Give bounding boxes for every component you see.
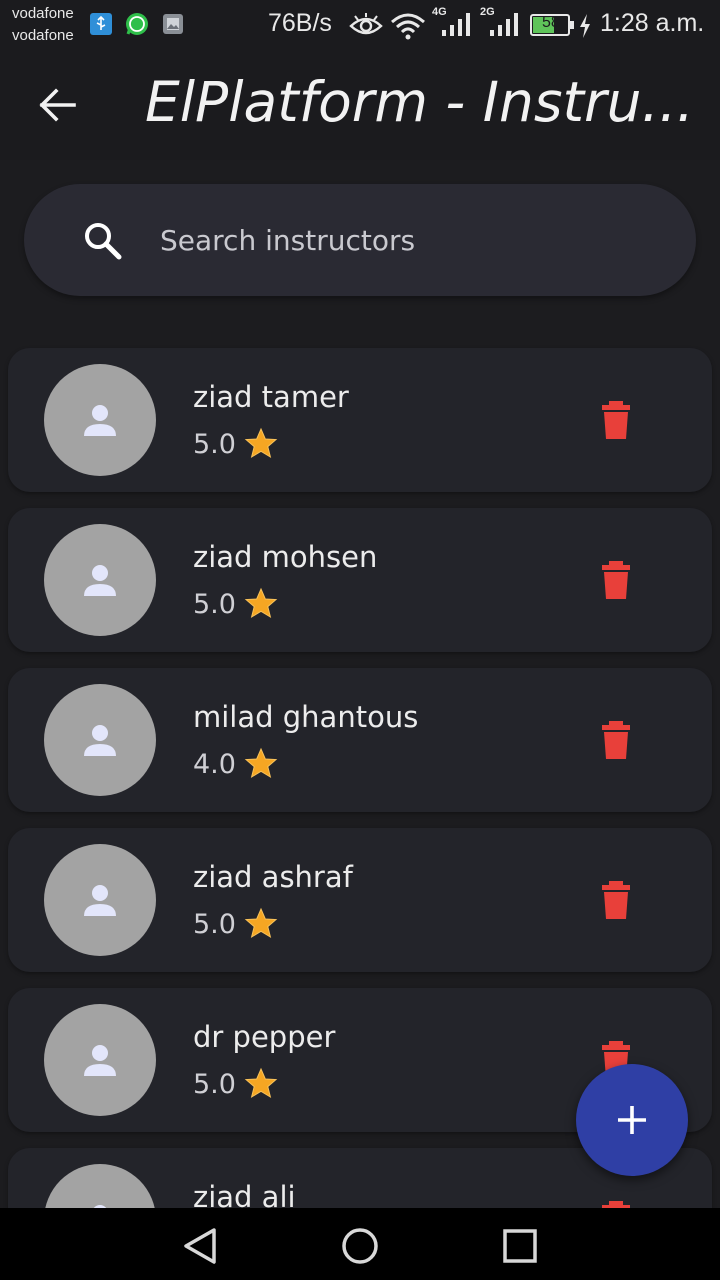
star-icon — [244, 427, 278, 459]
star-icon — [244, 747, 278, 779]
instructor-name: dr pepper — [193, 1020, 336, 1054]
carrier-label-1: vodafone — [12, 5, 74, 22]
rating-row: 5.0 — [193, 586, 278, 622]
search-input[interactable] — [160, 214, 660, 266]
status-bar: vodafone vodafone 76B/s 4G 2G 58 1:28 a.… — [0, 0, 720, 52]
add-instructor-button[interactable] — [576, 1064, 688, 1176]
instructor-name: ziad tamer — [193, 380, 349, 414]
avatar — [44, 1004, 156, 1116]
rating-row: 5.0 — [193, 1066, 278, 1102]
avatar — [44, 524, 156, 636]
page-title: ElPlatform - Instru... — [145, 70, 694, 134]
whatsapp-icon — [124, 11, 150, 41]
person-icon — [93, 1205, 107, 1208]
person-icon — [84, 725, 116, 756]
person-icon — [84, 405, 116, 436]
rating-row: 4.0 — [193, 746, 278, 782]
person-icon — [84, 885, 116, 916]
instructor-name: ziad ali — [193, 1180, 296, 1208]
star-icon — [244, 587, 278, 619]
carrier-label-2: vodafone — [12, 27, 74, 44]
instructor-name: milad ghantous — [193, 700, 419, 734]
trash-icon — [602, 401, 630, 439]
usb-icon — [90, 13, 112, 39]
rating-row: 5.0 — [193, 426, 278, 462]
instructor-card[interactable]: ziad ashraf 5.0 — [8, 828, 712, 972]
net-speed: 76B/s — [268, 9, 332, 37]
nav-home-button[interactable] — [338, 1224, 382, 1268]
nav-back-button[interactable] — [178, 1224, 222, 1268]
circle-home-icon — [342, 1228, 378, 1264]
battery-icon: 58 — [530, 13, 576, 37]
trash-icon — [602, 881, 630, 919]
avatar — [44, 684, 156, 796]
battery-level: 58 — [542, 14, 560, 31]
star-icon — [244, 1067, 278, 1099]
clock: 1:28 a.m. — [600, 9, 705, 37]
trash-icon — [602, 721, 630, 759]
charging-icon — [578, 13, 592, 43]
signal-icon-1 — [440, 12, 472, 40]
person-icon — [84, 565, 116, 596]
search-icon — [82, 220, 124, 262]
instructor-card[interactable]: milad ghantous 4.0 — [8, 668, 712, 812]
wifi-icon — [390, 12, 426, 44]
instructor-rating: 5.0 — [193, 428, 236, 460]
instructor-rating: 5.0 — [193, 588, 236, 620]
delete-button[interactable] — [598, 1200, 634, 1208]
instructor-name: ziad ashraf — [193, 860, 353, 894]
app-bar: ElPlatform - Instru... — [0, 52, 720, 160]
search-bar[interactable] — [24, 184, 696, 296]
delete-button[interactable] — [598, 880, 634, 920]
nav-recents-button[interactable] — [498, 1224, 542, 1268]
delete-button[interactable] — [598, 400, 634, 440]
system-nav-bar — [0, 1208, 720, 1280]
gallery-icon — [162, 13, 184, 39]
back-button[interactable] — [32, 80, 82, 130]
person-icon — [84, 1045, 116, 1076]
delete-button[interactable] — [598, 560, 634, 600]
plus-icon — [618, 1106, 646, 1134]
square-recents-icon — [503, 1229, 537, 1263]
arrow-back-icon — [39, 88, 76, 122]
trash-icon — [602, 561, 630, 599]
instructor-card[interactable]: ziad mohsen 5.0 — [8, 508, 712, 652]
rating-row: 5.0 — [193, 906, 278, 942]
eye-icon — [349, 12, 383, 42]
triangle-back-icon — [184, 1228, 216, 1264]
instructor-rating: 4.0 — [193, 748, 236, 780]
instructor-rating: 5.0 — [193, 1068, 236, 1100]
instructor-card[interactable]: ziad tamer 5.0 — [8, 348, 712, 492]
signal-icon-2 — [488, 12, 520, 40]
trash-icon — [602, 1201, 630, 1208]
instructor-rating: 5.0 — [193, 908, 236, 940]
avatar — [44, 364, 156, 476]
star-icon — [244, 907, 278, 939]
delete-button[interactable] — [598, 720, 634, 760]
avatar — [44, 1164, 156, 1208]
instructor-name: ziad mohsen — [193, 540, 378, 574]
avatar — [44, 844, 156, 956]
